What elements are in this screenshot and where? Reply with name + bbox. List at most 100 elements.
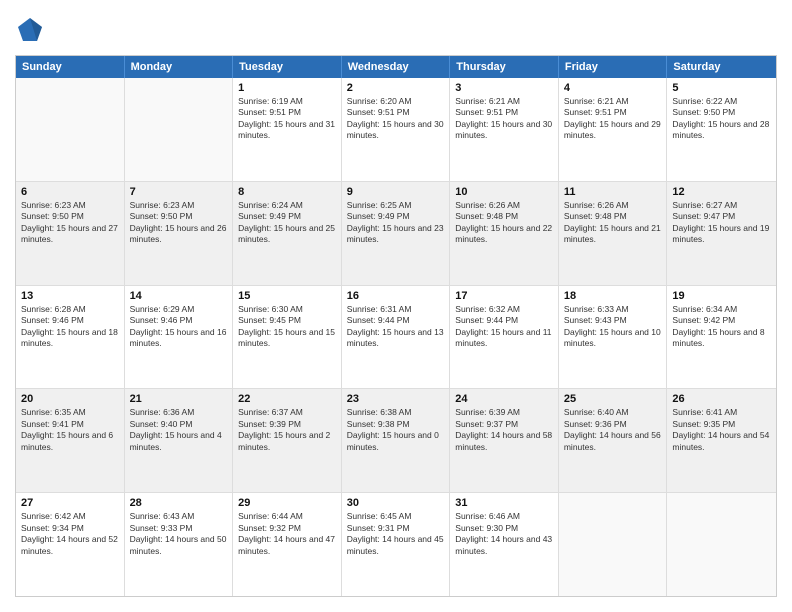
daylight-text: Daylight: 14 hours and 50 minutes. (130, 534, 228, 557)
day-number: 29 (238, 497, 336, 509)
daylight-text: Daylight: 14 hours and 45 minutes. (347, 534, 445, 557)
sunset-text: Sunset: 9:51 PM (455, 107, 553, 118)
day-number: 9 (347, 186, 445, 198)
day-number: 8 (238, 186, 336, 198)
sunrise-text: Sunrise: 6:26 AM (455, 200, 553, 211)
sunrise-text: Sunrise: 6:39 AM (455, 407, 553, 418)
calendar-cell: 8Sunrise: 6:24 AMSunset: 9:49 PMDaylight… (233, 182, 342, 285)
sunset-text: Sunset: 9:50 PM (130, 211, 228, 222)
calendar-cell: 2Sunrise: 6:20 AMSunset: 9:51 PMDaylight… (342, 78, 451, 181)
daylight-text: Daylight: 15 hours and 8 minutes. (672, 327, 771, 350)
day-number: 28 (130, 497, 228, 509)
day-header: Sunday (16, 56, 125, 78)
calendar-cell (16, 78, 125, 181)
sunrise-text: Sunrise: 6:42 AM (21, 511, 119, 522)
calendar-body: 1Sunrise: 6:19 AMSunset: 9:51 PMDaylight… (16, 78, 776, 596)
sunrise-text: Sunrise: 6:23 AM (21, 200, 119, 211)
sunset-text: Sunset: 9:42 PM (672, 315, 771, 326)
sunrise-text: Sunrise: 6:44 AM (238, 511, 336, 522)
sunrise-text: Sunrise: 6:20 AM (347, 96, 445, 107)
day-header: Wednesday (342, 56, 451, 78)
sunset-text: Sunset: 9:43 PM (564, 315, 662, 326)
day-number: 21 (130, 393, 228, 405)
sunrise-text: Sunrise: 6:43 AM (130, 511, 228, 522)
daylight-text: Daylight: 15 hours and 10 minutes. (564, 327, 662, 350)
calendar-row: 20Sunrise: 6:35 AMSunset: 9:41 PMDayligh… (16, 389, 776, 493)
sunrise-text: Sunrise: 6:26 AM (564, 200, 662, 211)
day-header: Tuesday (233, 56, 342, 78)
day-header: Saturday (667, 56, 776, 78)
sunset-text: Sunset: 9:46 PM (21, 315, 119, 326)
calendar-row: 27Sunrise: 6:42 AMSunset: 9:34 PMDayligh… (16, 493, 776, 596)
sunset-text: Sunset: 9:50 PM (21, 211, 119, 222)
sunset-text: Sunset: 9:30 PM (455, 523, 553, 534)
day-number: 14 (130, 290, 228, 302)
sunrise-text: Sunrise: 6:30 AM (238, 304, 336, 315)
daylight-text: Daylight: 15 hours and 21 minutes. (564, 223, 662, 246)
daylight-text: Daylight: 15 hours and 18 minutes. (21, 327, 119, 350)
day-number: 10 (455, 186, 553, 198)
sunset-text: Sunset: 9:38 PM (347, 419, 445, 430)
day-number: 17 (455, 290, 553, 302)
sunrise-text: Sunrise: 6:45 AM (347, 511, 445, 522)
sunrise-text: Sunrise: 6:46 AM (455, 511, 553, 522)
daylight-text: Daylight: 15 hours and 22 minutes. (455, 223, 553, 246)
day-number: 30 (347, 497, 445, 509)
calendar-cell: 31Sunrise: 6:46 AMSunset: 9:30 PMDayligh… (450, 493, 559, 596)
daylight-text: Daylight: 14 hours and 47 minutes. (238, 534, 336, 557)
calendar-cell: 19Sunrise: 6:34 AMSunset: 9:42 PMDayligh… (667, 286, 776, 389)
calendar-cell: 15Sunrise: 6:30 AMSunset: 9:45 PMDayligh… (233, 286, 342, 389)
daylight-text: Daylight: 15 hours and 23 minutes. (347, 223, 445, 246)
calendar: SundayMondayTuesdayWednesdayThursdayFrid… (15, 55, 777, 597)
sunset-text: Sunset: 9:44 PM (347, 315, 445, 326)
sunset-text: Sunset: 9:49 PM (347, 211, 445, 222)
sunset-text: Sunset: 9:35 PM (672, 419, 771, 430)
daylight-text: Daylight: 15 hours and 26 minutes. (130, 223, 228, 246)
day-number: 27 (21, 497, 119, 509)
sunset-text: Sunset: 9:37 PM (455, 419, 553, 430)
calendar-cell (125, 78, 234, 181)
daylight-text: Daylight: 15 hours and 30 minutes. (347, 119, 445, 142)
day-number: 15 (238, 290, 336, 302)
daylight-text: Daylight: 15 hours and 2 minutes. (238, 430, 336, 453)
sunrise-text: Sunrise: 6:22 AM (672, 96, 771, 107)
sunrise-text: Sunrise: 6:27 AM (672, 200, 771, 211)
sunset-text: Sunset: 9:48 PM (564, 211, 662, 222)
day-number: 11 (564, 186, 662, 198)
daylight-text: Daylight: 14 hours and 58 minutes. (455, 430, 553, 453)
sunset-text: Sunset: 9:49 PM (238, 211, 336, 222)
logo (15, 15, 49, 45)
day-number: 19 (672, 290, 771, 302)
calendar-cell: 6Sunrise: 6:23 AMSunset: 9:50 PMDaylight… (16, 182, 125, 285)
sunrise-text: Sunrise: 6:23 AM (130, 200, 228, 211)
sunset-text: Sunset: 9:51 PM (238, 107, 336, 118)
daylight-text: Daylight: 15 hours and 6 minutes. (21, 430, 119, 453)
day-number: 4 (564, 82, 662, 94)
daylight-text: Daylight: 15 hours and 11 minutes. (455, 327, 553, 350)
sunset-text: Sunset: 9:44 PM (455, 315, 553, 326)
sunset-text: Sunset: 9:50 PM (672, 107, 771, 118)
calendar-cell: 12Sunrise: 6:27 AMSunset: 9:47 PMDayligh… (667, 182, 776, 285)
sunset-text: Sunset: 9:32 PM (238, 523, 336, 534)
sunrise-text: Sunrise: 6:19 AM (238, 96, 336, 107)
daylight-text: Daylight: 15 hours and 29 minutes. (564, 119, 662, 142)
sunrise-text: Sunrise: 6:35 AM (21, 407, 119, 418)
calendar-cell: 27Sunrise: 6:42 AMSunset: 9:34 PMDayligh… (16, 493, 125, 596)
day-number: 23 (347, 393, 445, 405)
day-number: 26 (672, 393, 771, 405)
calendar-cell: 26Sunrise: 6:41 AMSunset: 9:35 PMDayligh… (667, 389, 776, 492)
sunrise-text: Sunrise: 6:37 AM (238, 407, 336, 418)
sunrise-text: Sunrise: 6:21 AM (564, 96, 662, 107)
daylight-text: Daylight: 15 hours and 0 minutes. (347, 430, 445, 453)
calendar-cell: 9Sunrise: 6:25 AMSunset: 9:49 PMDaylight… (342, 182, 451, 285)
sunset-text: Sunset: 9:39 PM (238, 419, 336, 430)
sunrise-text: Sunrise: 6:28 AM (21, 304, 119, 315)
sunset-text: Sunset: 9:33 PM (130, 523, 228, 534)
daylight-text: Daylight: 15 hours and 16 minutes. (130, 327, 228, 350)
daylight-text: Daylight: 14 hours and 43 minutes. (455, 534, 553, 557)
day-number: 12 (672, 186, 771, 198)
calendar-cell: 14Sunrise: 6:29 AMSunset: 9:46 PMDayligh… (125, 286, 234, 389)
daylight-text: Daylight: 14 hours and 54 minutes. (672, 430, 771, 453)
sunrise-text: Sunrise: 6:38 AM (347, 407, 445, 418)
daylight-text: Daylight: 15 hours and 27 minutes. (21, 223, 119, 246)
